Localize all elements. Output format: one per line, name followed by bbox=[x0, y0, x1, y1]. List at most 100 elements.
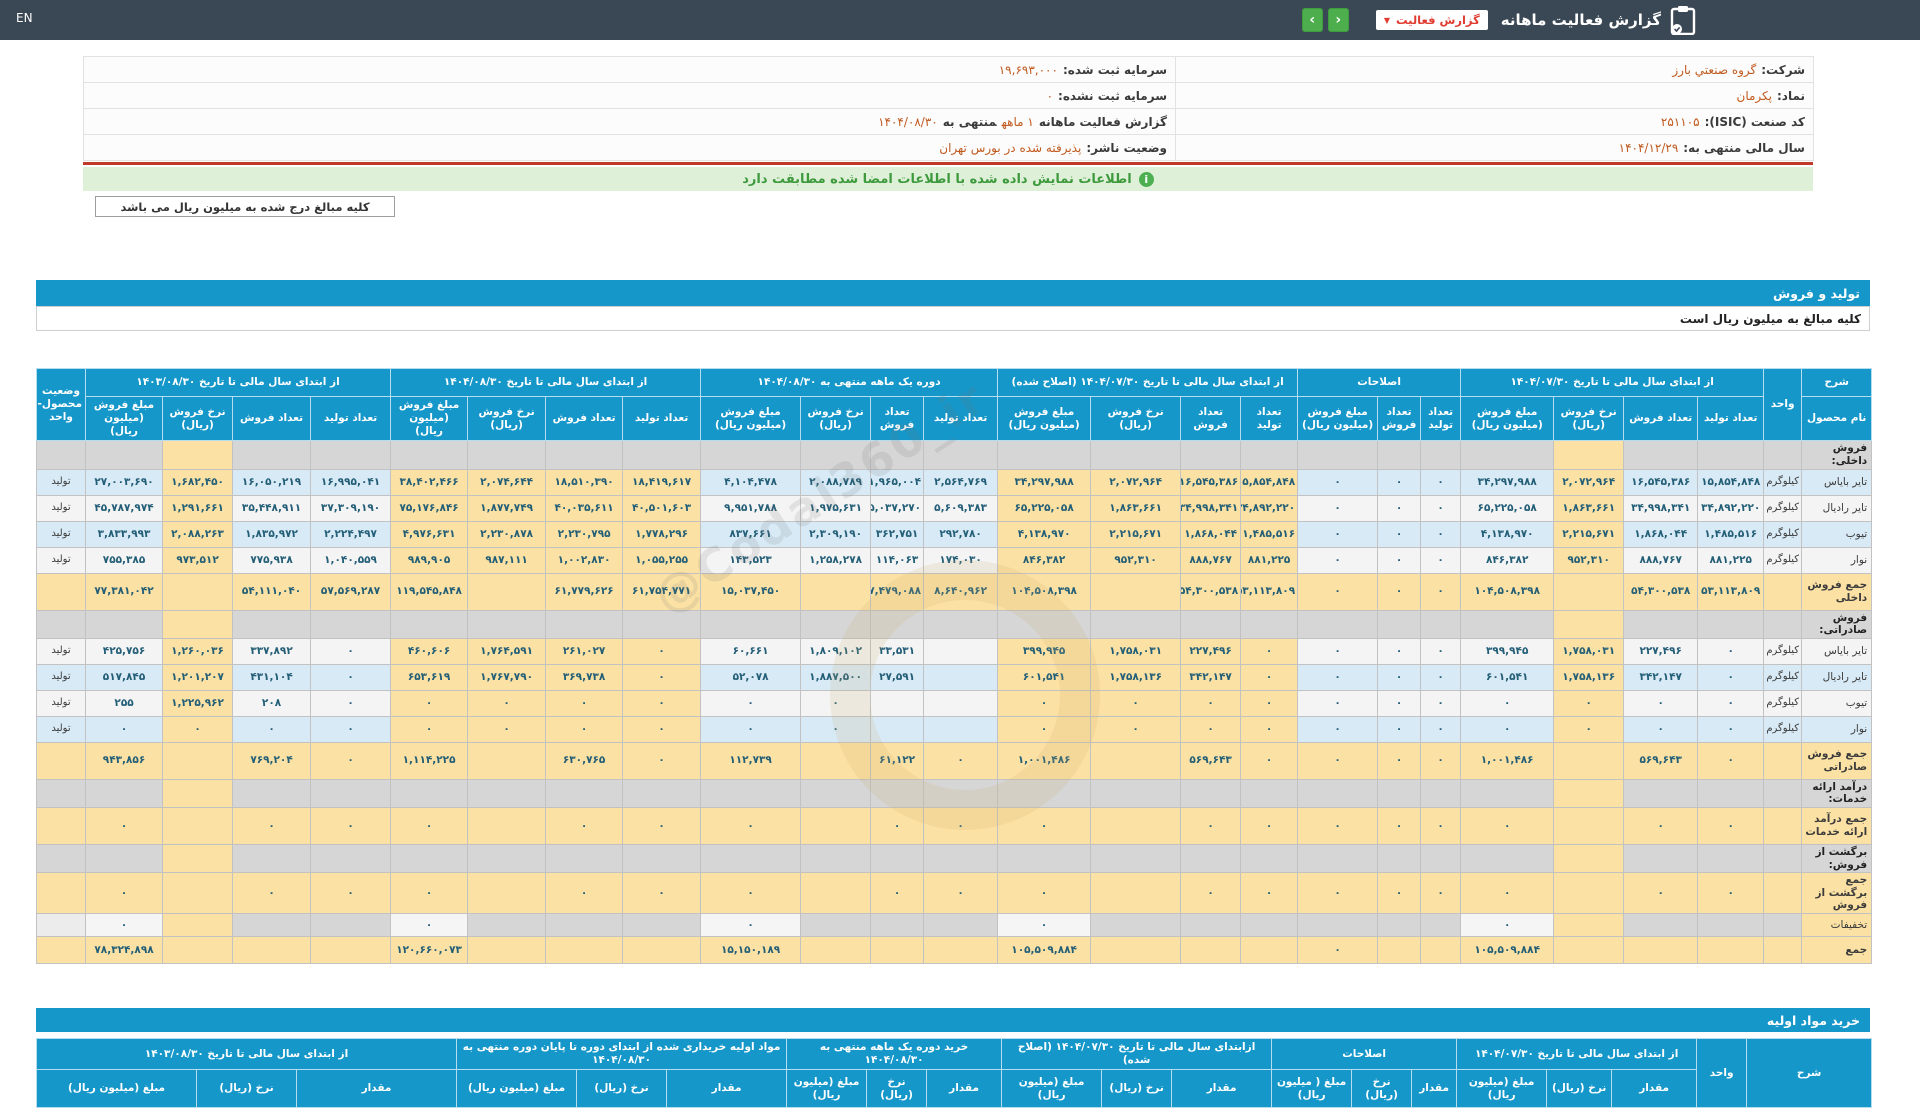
value-cell: ۰ bbox=[1180, 806, 1242, 845]
value-cell: ۰ bbox=[1377, 546, 1422, 574]
value-cell bbox=[1553, 843, 1625, 874]
header-subcol-row: نام محصول تعداد تولید تعداد فروش نرخ فروش (… bbox=[37, 395, 1873, 442]
row-label-cell: نوار bbox=[1801, 546, 1873, 574]
value-cell: ۰ bbox=[545, 806, 624, 845]
info-icon: i bbox=[1138, 171, 1154, 187]
fiscal-year-label: سال مالی منتهی به: bbox=[1683, 140, 1805, 155]
value-cell: ۱,۲۵۸,۲۷۸ bbox=[800, 546, 872, 574]
value-cell bbox=[545, 912, 624, 937]
value-cell bbox=[467, 806, 547, 845]
status-column-header: وضعیت محصول-واحد bbox=[36, 367, 86, 442]
value-cell: ۵,۶۰۹,۳۸۳ bbox=[923, 494, 999, 522]
value-cell bbox=[162, 778, 234, 808]
value-cell bbox=[997, 843, 1092, 874]
value-cell: ۸۴۶,۳۸۲ bbox=[997, 546, 1092, 574]
value-cell: ۷,۴۷۹,۰۸۸ bbox=[870, 572, 925, 611]
value-cell: ۹۷۳,۵۱۲ bbox=[162, 546, 234, 574]
value-cell bbox=[1377, 912, 1422, 937]
value-cell: ۲۹۲,۷۸۰ bbox=[923, 520, 999, 548]
value-cell: ۰ bbox=[1460, 715, 1555, 743]
value-cell: ۴,۱۳۸,۹۷۰ bbox=[997, 520, 1092, 548]
value-cell: ۰ bbox=[1240, 663, 1299, 691]
value-cell: ۴,۱۳۸,۹۷۰ bbox=[1460, 520, 1555, 548]
value-cell: ۰ bbox=[310, 663, 392, 691]
value-cell: ۱۱۹,۵۴۵,۸۴۸ bbox=[390, 572, 469, 611]
value-cell bbox=[1553, 806, 1625, 845]
value-cell: ۰ bbox=[923, 741, 999, 780]
value-cell: ۳۳,۵۳۱ bbox=[870, 637, 925, 665]
subcolumn-header: تعداد تولید bbox=[622, 395, 702, 442]
status-cell: تولید bbox=[36, 689, 86, 717]
subcolumn-header: نرخ فروش (ریال) bbox=[800, 395, 872, 442]
value-cell bbox=[232, 935, 312, 964]
value-cell: ۵۷,۵۶۹,۲۸۷ bbox=[310, 572, 392, 611]
nav-forward-button[interactable]: › bbox=[1327, 8, 1349, 32]
symbol-value: پکرمان bbox=[1736, 88, 1772, 103]
value-cell bbox=[923, 935, 999, 964]
value-cell bbox=[1460, 778, 1555, 808]
value-cell bbox=[800, 872, 872, 914]
value-cell bbox=[467, 741, 547, 780]
value-cell: ۰ bbox=[1697, 689, 1765, 717]
value-cell: ۷۷۵,۹۳۸ bbox=[232, 546, 312, 574]
value-cell bbox=[622, 912, 702, 937]
report-type-label: گزارش فعالیت bbox=[1395, 13, 1480, 27]
isic-label: کد صنعت (ISIC): bbox=[1704, 114, 1805, 129]
value-cell bbox=[232, 912, 312, 937]
value-cell: ۰ bbox=[1297, 935, 1379, 964]
subcolumn-header: تعداد فروش bbox=[1623, 395, 1699, 442]
value-cell: ۱,۶۸۲,۴۵۰ bbox=[162, 468, 234, 496]
value-cell bbox=[800, 912, 872, 937]
value-cell bbox=[1697, 912, 1765, 937]
value-cell bbox=[1377, 609, 1422, 639]
value-cell: ۱,۴۸۵,۵۱۶ bbox=[1697, 520, 1765, 548]
row-label-cell: جمع برگشت از فروش bbox=[1801, 872, 1873, 914]
table-row-product: تیوب کیلوگرم ۰ ۰ ۰ ۰ ۰ ۰ ۰ ۰ ۰ ۰ ۰ ۰ ۰ ۰ ۰ ۰ ۰ ۰ ۲۰۸ ۱,۲۲۵,۹۶… bbox=[36, 689, 1873, 717]
table-row-section: فروش داخلی: bbox=[36, 440, 1873, 470]
topbar-title-cluster: گزارش فعالیت ماهانه گزارش فعالیت ▼ ‹ › bbox=[1301, 0, 1696, 40]
value-cell: ۰ bbox=[84, 806, 164, 845]
value-cell: ۰ bbox=[1460, 912, 1555, 937]
value-cell: ۰ bbox=[1697, 741, 1765, 780]
value-cell: ۰ bbox=[467, 689, 547, 717]
value-cell bbox=[84, 843, 164, 874]
status-cell bbox=[36, 872, 86, 914]
value-cell bbox=[390, 609, 469, 639]
value-cell: ۵۴,۱۱۱,۰۴۰ bbox=[232, 572, 312, 611]
report-type-dropdown[interactable]: گزارش فعالیت ▼ bbox=[1375, 10, 1488, 30]
value-cell: ۰ bbox=[162, 715, 234, 743]
period-group-header: دوره یک ماهه منتهی به ۱۴۰۴/۰۸/۳۰ bbox=[700, 368, 999, 397]
value-cell: ۰ bbox=[232, 872, 312, 914]
value-cell: ۷۵۵,۳۸۵ bbox=[84, 546, 164, 574]
value-cell: ۰ bbox=[1090, 715, 1182, 743]
status-cell bbox=[36, 778, 86, 808]
value-cell: ۳۴,۲۹۷,۹۸۸ bbox=[1460, 468, 1555, 496]
value-cell bbox=[467, 440, 547, 470]
nav-back-button[interactable]: ‹ bbox=[1301, 8, 1323, 32]
value-cell bbox=[800, 806, 872, 845]
value-cell bbox=[1090, 872, 1182, 914]
value-cell bbox=[1180, 935, 1242, 964]
value-cell bbox=[1090, 935, 1182, 964]
report-period-ending-date: ۱۴۰۴/۰۸/۳۰ bbox=[878, 114, 938, 129]
value-cell: ۰ bbox=[1240, 689, 1299, 717]
value-cell: ۱,۷۵۸,۰۳۱ bbox=[1090, 637, 1182, 665]
value-cell: ۰ bbox=[997, 806, 1092, 845]
value-cell: ۲,۰۷۴,۶۴۴ bbox=[467, 468, 547, 496]
value-cell: ۸۸۸,۷۶۷ bbox=[1623, 546, 1699, 574]
table-row-product: تایر بایاس کیلوگرم ۰ ۲۲۷,۴۹۶ ۱,۷۵۸,۰۳۱ ۳۹۹,۹۴… bbox=[36, 637, 1873, 665]
registered-capital-value: ۱۹,۶۹۳,۰۰۰ bbox=[998, 62, 1058, 77]
sales-section-title-bar: تولید و فروش bbox=[36, 280, 1870, 306]
value-cell bbox=[1297, 440, 1379, 470]
value-cell: ۲,۵۶۴,۷۶۹ bbox=[923, 468, 999, 496]
value-cell: ۱۸,۴۱۹,۶۱۷ bbox=[622, 468, 702, 496]
language-switch-link[interactable]: EN bbox=[16, 11, 33, 25]
subcolumn-header: نرخ (ریال) bbox=[1351, 1069, 1413, 1108]
value-cell: ۵۳,۱۱۳,۸۰۹ bbox=[1240, 572, 1299, 611]
subcolumn-header: تعداد تولید bbox=[1420, 395, 1462, 442]
value-cell: ۶۰۱,۵۴۱ bbox=[997, 663, 1092, 691]
unit-cell: کیلوگرم bbox=[1763, 468, 1803, 496]
row-label-cell: برگشت از فروش: bbox=[1801, 843, 1873, 874]
value-cell: ۰ bbox=[923, 806, 999, 845]
value-cell: ۹۵۲,۳۱۰ bbox=[1553, 546, 1625, 574]
